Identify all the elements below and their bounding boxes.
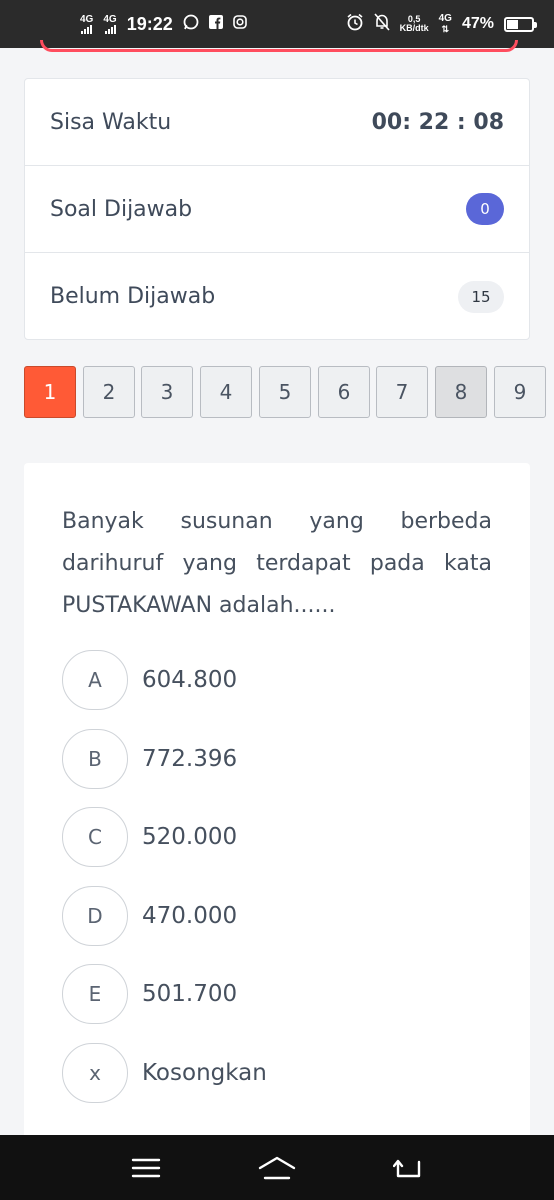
option-key-circle[interactable]: x (62, 1043, 128, 1103)
battery-percent: 47% (461, 15, 494, 32)
menu-icon[interactable] (126, 1153, 166, 1183)
answered-count-badge: 0 (466, 193, 504, 225)
option-clear[interactable]: x Kosongkan (62, 1043, 267, 1103)
signal-4g-2: 4G (103, 13, 117, 34)
question-number-button[interactable]: 7 (376, 366, 428, 418)
question-number-strip[interactable]: 123456789 (24, 366, 554, 418)
question-number-button[interactable]: 8 (435, 366, 487, 418)
question-number-button[interactable]: 5 (259, 366, 311, 418)
unanswered-label: Belum Dijawab (50, 284, 216, 309)
question-text: Banyak susunan yang berbeda darihuruf ya… (62, 509, 492, 618)
question-card: Banyak susunan yang berbeda darihuruf ya… (24, 463, 530, 1163)
signal-bars-icon (81, 24, 93, 34)
instagram-icon (232, 15, 247, 33)
remaining-time-value: 00: 22 : 08 (371, 109, 504, 135)
system-nav-bar (0, 1135, 554, 1200)
option-text[interactable]: 501.700 (142, 981, 237, 1007)
signal-4g-3: 4G ⇅ (438, 13, 452, 35)
question-number-button[interactable]: 4 (200, 366, 252, 418)
speed-unit: KB/dtk (399, 23, 429, 33)
network-speed: 0,5 KB/dtk (400, 15, 429, 33)
network-type-label: 4G (438, 13, 452, 24)
question-number-button[interactable]: 2 (83, 366, 135, 418)
back-icon[interactable] (388, 1153, 428, 1183)
facebook-icon (208, 15, 223, 33)
option-key-circle[interactable]: E (62, 964, 128, 1024)
question-number-button[interactable]: 6 (318, 366, 370, 418)
option-b[interactable]: B 772.396 (62, 729, 237, 789)
status-left: 4G 4G 19:22 (80, 14, 247, 35)
option-text[interactable]: 772.396 (142, 746, 237, 772)
option-text[interactable]: 520.000 (142, 824, 237, 850)
alert-strip-bottom-edge (40, 40, 518, 52)
option-key-circle[interactable]: D (62, 886, 128, 946)
option-text[interactable]: Kosongkan (142, 1060, 267, 1086)
clock: 19:22 (126, 13, 173, 34)
option-c[interactable]: C 520.000 (62, 807, 237, 867)
whatsapp-icon (183, 14, 199, 34)
alarm-icon (346, 13, 364, 35)
home-icon[interactable] (257, 1153, 297, 1183)
remaining-time-row: Sisa Waktu 00: 22 : 08 (25, 79, 529, 166)
exam-info-card: Sisa Waktu 00: 22 : 08 Soal Dijawab 0 Be… (24, 78, 530, 340)
network-type-label: 4G (103, 13, 117, 25)
answered-label: Soal Dijawab (50, 196, 193, 222)
status-right: 0,5 KB/dtk 4G ⇅ 47% (346, 13, 537, 35)
signal-4g-1: 4G (80, 13, 94, 34)
remaining-time-label: Sisa Waktu (50, 109, 172, 135)
option-a[interactable]: A 604.800 (62, 650, 237, 710)
question-number-button[interactable]: 1 (24, 366, 76, 418)
option-e[interactable]: E 501.700 (62, 964, 237, 1024)
option-text[interactable]: 470.000 (142, 903, 237, 929)
question-number-button[interactable]: 3 (141, 366, 193, 418)
answered-row: Soal Dijawab 0 (25, 166, 529, 253)
option-key-circle[interactable]: B (62, 729, 128, 789)
battery-level-fill (507, 19, 519, 29)
signal-bars-icon (104, 24, 116, 34)
option-key-circle[interactable]: A (62, 650, 128, 710)
option-d[interactable]: D 470.000 (62, 886, 237, 946)
unanswered-count-badge: 15 (458, 280, 504, 313)
mute-bell-icon (374, 13, 390, 35)
option-text[interactable]: 604.800 (142, 667, 237, 693)
unanswered-row: Belum Dijawab 15 (25, 253, 529, 340)
question-number-button[interactable]: 9 (494, 366, 546, 418)
network-type-label: 4G (80, 13, 94, 25)
data-arrows-icon: ⇅ (441, 24, 450, 34)
battery-icon (504, 16, 537, 32)
option-key-circle[interactable]: C (62, 807, 128, 867)
